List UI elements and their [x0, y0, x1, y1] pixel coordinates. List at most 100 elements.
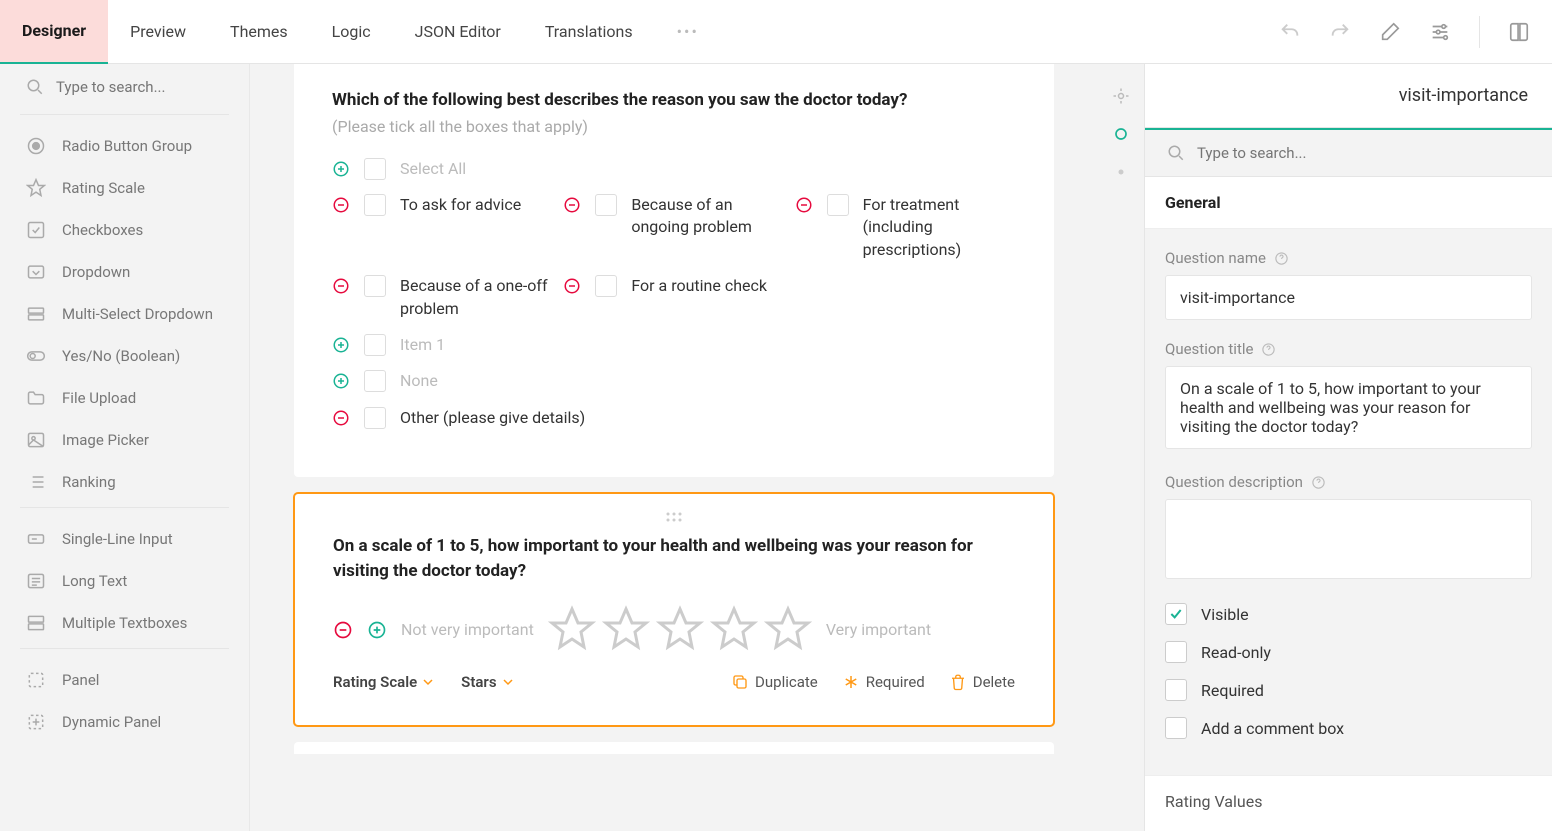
remove-icon[interactable]: [563, 196, 581, 214]
display-mode-dropdown[interactable]: Stars: [461, 673, 512, 691]
delete-button[interactable]: Delete: [949, 673, 1015, 691]
help-icon[interactable]: [1261, 342, 1276, 357]
checkbox-input[interactable]: [364, 370, 386, 392]
choice-ongoing[interactable]: Because of an ongoing problem: [563, 194, 784, 261]
q1-desc[interactable]: (Please tick all the boxes that apply): [332, 117, 1016, 136]
tb-comment[interactable]: Long Text: [0, 560, 249, 602]
max-label[interactable]: Very important: [826, 620, 931, 639]
add-icon[interactable]: [332, 372, 350, 390]
radio-icon: [26, 136, 46, 156]
tb-file[interactable]: File Upload: [0, 377, 249, 419]
checkbox-input[interactable]: [595, 194, 617, 216]
remove-icon[interactable]: [563, 277, 581, 295]
tb-text[interactable]: Single-Line Input: [0, 518, 249, 560]
checkbox-icon: [26, 220, 46, 240]
props-search-input[interactable]: [1197, 144, 1530, 162]
duplicate-button[interactable]: Duplicate: [731, 673, 818, 691]
choice-other[interactable]: Other (please give details): [332, 407, 1016, 429]
locate-icon[interactable]: [1111, 86, 1131, 106]
add-icon[interactable]: [332, 160, 350, 178]
input-desc[interactable]: [1165, 499, 1532, 579]
tab-json[interactable]: JSON Editor: [393, 0, 523, 64]
search-icon: [1167, 144, 1185, 162]
separator: [20, 648, 229, 649]
remove-icon[interactable]: [332, 196, 350, 214]
remove-icon[interactable]: [332, 277, 350, 295]
tb-radio[interactable]: Radio Button Group: [0, 125, 249, 167]
checkbox-input[interactable]: [595, 275, 617, 297]
checkbox-input[interactable]: [827, 194, 849, 216]
add-icon[interactable]: [367, 620, 387, 640]
check-readonly[interactable]: Read-only: [1165, 641, 1532, 663]
choice-selectall[interactable]: Select All: [332, 158, 1016, 180]
choice-newitem[interactable]: Item 1: [332, 334, 1016, 356]
tb-dynpanel[interactable]: Dynamic Panel: [0, 701, 249, 743]
tb-rating[interactable]: Rating Scale: [0, 167, 249, 209]
add-icon[interactable]: [332, 336, 350, 354]
checkbox-input[interactable]: [364, 407, 386, 429]
tab-designer[interactable]: Designer: [0, 0, 108, 64]
check-visible[interactable]: Visible: [1165, 603, 1532, 625]
acc-general[interactable]: General: [1145, 177, 1552, 229]
toolbox-search-input[interactable]: [56, 78, 255, 96]
tab-preview[interactable]: Preview: [108, 0, 208, 64]
help-icon[interactable]: [1274, 251, 1289, 266]
eraser-icon[interactable]: [1379, 21, 1401, 43]
separator: [20, 114, 229, 115]
tb-image[interactable]: Image Picker: [0, 419, 249, 461]
choice-none[interactable]: None: [332, 370, 1016, 392]
remove-icon[interactable]: [333, 620, 353, 640]
q2-title[interactable]: On a scale of 1 to 5, how important to y…: [333, 534, 1015, 583]
question-checkbox[interactable]: Which of the following best describes th…: [294, 64, 1054, 477]
tab-translations[interactable]: Translations: [523, 0, 655, 64]
drag-handle[interactable]: [333, 508, 1015, 526]
check-comment[interactable]: Add a comment box: [1165, 717, 1532, 739]
star-icon: [26, 178, 46, 198]
canvas[interactable]: Which of the following best describes th…: [250, 64, 1098, 831]
remove-icon[interactable]: [795, 196, 813, 214]
props-search[interactable]: [1145, 130, 1552, 177]
required-button[interactable]: Required: [842, 673, 925, 691]
checkbox-input[interactable]: [364, 194, 386, 216]
star-5[interactable]: [764, 605, 812, 653]
tb-multitext[interactable]: Multiple Textboxes: [0, 602, 249, 644]
input-title[interactable]: On a scale of 1 to 5, how important to y…: [1165, 366, 1532, 449]
choice-oneoff[interactable]: Because of a one-off problem: [332, 275, 553, 320]
help-icon[interactable]: [1311, 475, 1326, 490]
star-3[interactable]: [656, 605, 704, 653]
settings-icon[interactable]: [1429, 21, 1451, 43]
q1-title[interactable]: Which of the following best describes th…: [332, 88, 1016, 113]
page-dot-active[interactable]: [1111, 124, 1131, 144]
min-label[interactable]: Not very important: [401, 620, 534, 639]
tab-more[interactable]: •••: [655, 0, 721, 64]
check-required[interactable]: Required: [1165, 679, 1532, 701]
tab-logic[interactable]: Logic: [310, 0, 393, 64]
remove-icon[interactable]: [332, 409, 350, 427]
tb-checkboxes[interactable]: Checkboxes: [0, 209, 249, 251]
choice-treatment[interactable]: For treatment (including prescriptions): [795, 194, 1016, 261]
page-dot[interactable]: [1111, 162, 1131, 182]
acc-rating-values[interactable]: Rating Values: [1145, 775, 1552, 827]
input-name[interactable]: [1165, 275, 1532, 320]
choice-routine[interactable]: For a routine check: [563, 275, 784, 320]
redo-icon[interactable]: [1329, 21, 1351, 43]
book-icon[interactable]: [1508, 21, 1530, 43]
toolbox-search[interactable]: [0, 64, 249, 110]
question-rating[interactable]: On a scale of 1 to 5, how important to y…: [294, 493, 1054, 726]
tb-boolean[interactable]: Yes/No (Boolean): [0, 335, 249, 377]
tb-ranking[interactable]: Ranking: [0, 461, 249, 503]
star-4[interactable]: [710, 605, 758, 653]
star-2[interactable]: [602, 605, 650, 653]
tab-themes[interactable]: Themes: [208, 0, 310, 64]
question-type-dropdown[interactable]: Rating Scale: [333, 673, 433, 691]
stars[interactable]: [548, 605, 812, 653]
star-1[interactable]: [548, 605, 596, 653]
tb-dropdown[interactable]: Dropdown: [0, 251, 249, 293]
checkbox-input[interactable]: [364, 275, 386, 297]
tb-panel[interactable]: Panel: [0, 659, 249, 701]
undo-icon[interactable]: [1279, 21, 1301, 43]
checkbox-input[interactable]: [364, 158, 386, 180]
tb-tagbox[interactable]: Multi-Select Dropdown: [0, 293, 249, 335]
choice-advice[interactable]: To ask for advice: [332, 194, 553, 261]
checkbox-input[interactable]: [364, 334, 386, 356]
